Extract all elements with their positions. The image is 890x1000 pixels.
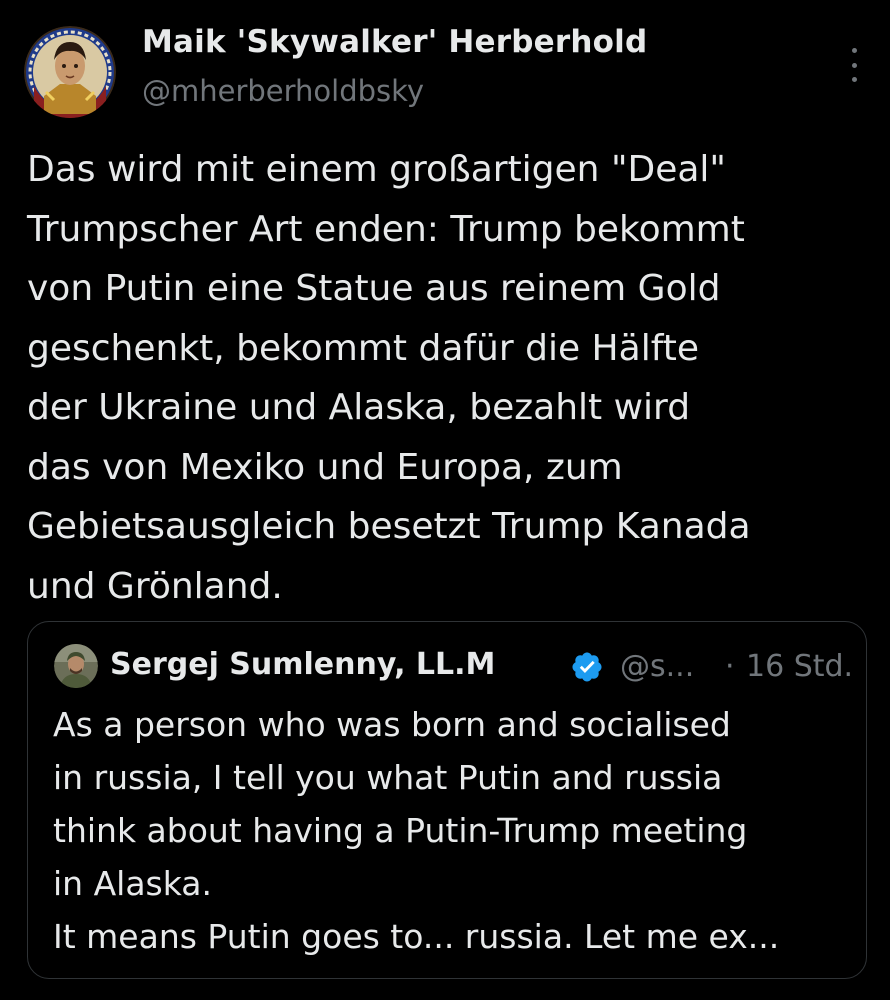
post-text-line: Das wird mit einem großartigen "Deal" [27,149,726,190]
stained-glass-portrait-avatar-icon [24,26,116,118]
separator-dot: · [725,649,735,684]
post-text-line: von Putin eine Statue aus reinem Gold [27,268,721,309]
quoted-text-line: think about having a Putin-Trump meeting [53,811,748,850]
post-text-line: geschenkt, bekommt dafür die Hälfte [27,327,699,369]
more-dot [851,48,857,53]
author-avatar[interactable] [24,26,116,118]
quoted-post-timestamp[interactable]: 16 Std. [746,649,853,684]
quoted-text-line: in russia, I tell you what Putin and rus… [53,758,723,797]
post-text-line: der Ukraine und Alaska, bezahlt wird [27,387,691,428]
quoted-author-display-name[interactable]: Sergej Sumlenny, LL.M [110,647,495,682]
quoted-text-line: As a person who was born and socialised [53,705,731,744]
post-text-line: und Grönland. [27,565,283,607]
quoted-author-avatar[interactable] [54,644,98,688]
author-handle[interactable]: @mherberholdbsky [142,74,424,108]
author-display-name[interactable]: Maik 'Skywalker' Herberhold [142,24,647,60]
post-text: Das wird mit einem großartigen "Deal" Tr… [27,140,875,616]
post-text-line: Gebietsausgleich besetzt Trump Kanada [27,506,751,547]
more-dot [851,77,857,82]
post-text-line: das von Mexiko und Europa, zum [27,446,623,488]
quoted-text-line: in Alaska. [53,864,212,903]
soldier-portrait-avatar-icon [54,644,98,688]
quoted-post-card[interactable]: Sergej Sumlenny, LL.M @s... · 16 Std. As… [27,621,867,979]
more-options-icon[interactable] [844,48,864,82]
quoted-text-line: It means Putin goes to... russia. Let me… [53,917,780,956]
verified-badge-icon [572,652,602,682]
quoted-author-handle[interactable]: @s... [620,649,694,684]
quoted-post-header: Sergej Sumlenny, LL.M @s... · 16 Std. [54,644,853,690]
post-header: Maik 'Skywalker' Herberhold @mherberhold… [24,24,866,118]
post-text-line: Trumpscher Art enden: Trump bekommt [27,208,745,250]
more-dot [851,62,857,68]
quoted-post-text: As a person who was born and socialised … [53,698,843,963]
